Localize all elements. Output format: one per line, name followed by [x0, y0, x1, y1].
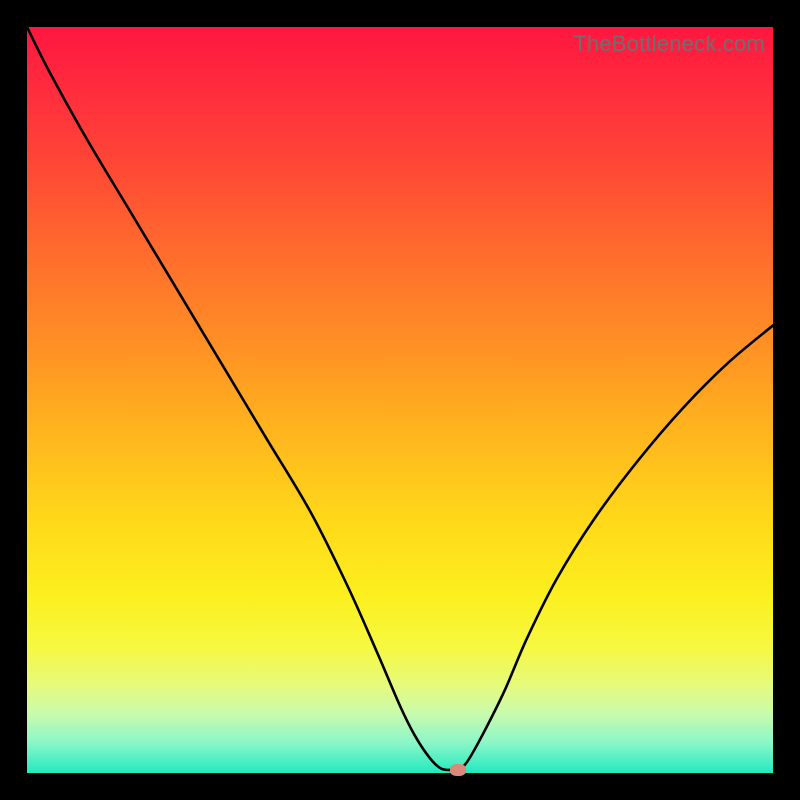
- chart-plot-area: TheBottleneck.com: [27, 27, 773, 773]
- bottleneck-curve: [27, 27, 773, 773]
- watermark-text: TheBottleneck.com: [573, 31, 765, 57]
- chart-frame: TheBottleneck.com: [0, 0, 800, 800]
- bottleneck-marker: [450, 764, 466, 776]
